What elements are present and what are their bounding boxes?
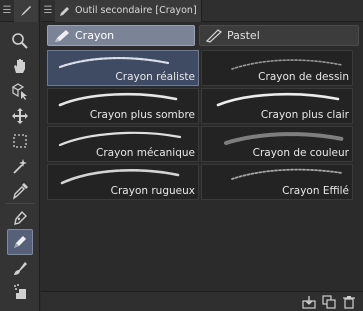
brush-tab-icon	[21, 5, 31, 16]
sub-tool-panel: ☰ Outil secondaire [Crayon] Crayon Paste…	[41, 0, 363, 311]
sub-tool-label: Crayon de couleur	[252, 147, 349, 159]
eyedropper-icon	[12, 183, 28, 200]
panel-menu-icon[interactable]: ☰	[41, 0, 55, 22]
sub-tool-item[interactable]: Crayon réaliste	[47, 50, 199, 86]
sub-tool-item[interactable]: Crayon de dessin	[201, 50, 353, 86]
tool-palette: ☰	[0, 0, 40, 311]
airbrush-tool[interactable]	[7, 279, 33, 305]
sub-tool-list: Crayon réaliste Crayon de dessin Crayon …	[47, 50, 353, 288]
zoom-icon	[12, 33, 28, 49]
group-label: Crayon	[75, 29, 115, 42]
selection-marquee-icon	[13, 134, 27, 148]
panel-tab-title: Outil secondaire [Crayon]	[75, 5, 197, 16]
tool-palette-header: ☰	[0, 0, 39, 22]
menu-icon[interactable]: ☰	[0, 0, 14, 22]
group-tab-crayon[interactable]: Crayon	[47, 25, 195, 46]
import-icon	[302, 295, 316, 309]
sub-tool-item[interactable]: Crayon plus sombre	[47, 88, 199, 124]
sub-tool-label: Crayon mécanique	[96, 147, 195, 159]
sub-tool-label: Crayon rugueux	[110, 185, 195, 197]
airbrush-icon	[14, 284, 26, 299]
brush-icon	[14, 262, 27, 275]
sub-tool-item[interactable]: Crayon de couleur	[201, 126, 353, 162]
tool-divider	[6, 203, 34, 204]
move-tool[interactable]	[7, 103, 33, 129]
import-sub-tool-button[interactable]	[301, 294, 317, 310]
pen-icon	[14, 210, 27, 225]
object-tool[interactable]	[7, 78, 33, 104]
sub-tool-label: Crayon de dessin	[258, 71, 349, 83]
sub-tool-item[interactable]: Crayon rugueux	[47, 164, 199, 200]
sub-tool-item[interactable]: Crayon Effilé	[201, 164, 353, 200]
duplicate-sub-tool-button[interactable]	[321, 294, 337, 310]
tool-palette-tab[interactable]	[14, 0, 38, 22]
eyedropper-tool[interactable]	[7, 178, 33, 204]
sub-tool-label: Crayon plus sombre	[89, 109, 195, 121]
sub-tool-item[interactable]: Crayon plus clair	[201, 88, 353, 124]
sub-tool-label: Crayon plus clair	[260, 109, 349, 121]
group-label: Pastel	[227, 29, 260, 42]
pencil-tab-icon	[59, 5, 71, 17]
pencil-group-icon	[54, 29, 70, 43]
sub-tool-label: Crayon réaliste	[115, 71, 195, 83]
hand-tool[interactable]	[7, 53, 33, 79]
tab-sub-tool[interactable]: Outil secondaire [Crayon]	[55, 0, 202, 22]
object-select-icon	[11, 83, 27, 100]
sub-tool-actions	[41, 291, 363, 311]
pen-tool[interactable]	[7, 205, 33, 231]
sub-tool-item[interactable]: Crayon mécanique	[47, 126, 199, 162]
sub-tool-groups: Crayon Pastel	[47, 25, 359, 46]
pencil-icon	[14, 236, 26, 248]
zoom-tool[interactable]	[7, 28, 33, 54]
brush-tool[interactable]	[7, 255, 33, 281]
duplicate-icon	[322, 294, 336, 309]
hand-icon	[14, 59, 25, 73]
sub-tool-panel-header: ☰ Outil secondaire [Crayon]	[41, 0, 363, 22]
group-tab-pastel[interactable]: Pastel	[199, 25, 359, 46]
move-icon	[12, 108, 28, 124]
selection-tool[interactable]	[7, 128, 33, 154]
magic-wand-icon	[13, 159, 27, 174]
delete-sub-tool-button[interactable]	[341, 294, 357, 310]
sub-tool-grid: Crayon réaliste Crayon de dessin Crayon …	[47, 50, 353, 200]
pastel-group-icon	[206, 28, 222, 43]
pencil-tool[interactable]	[7, 229, 33, 255]
trash-icon	[343, 295, 355, 309]
sub-tool-label: Crayon Effilé	[282, 185, 349, 197]
auto-select-tool[interactable]	[7, 153, 33, 179]
